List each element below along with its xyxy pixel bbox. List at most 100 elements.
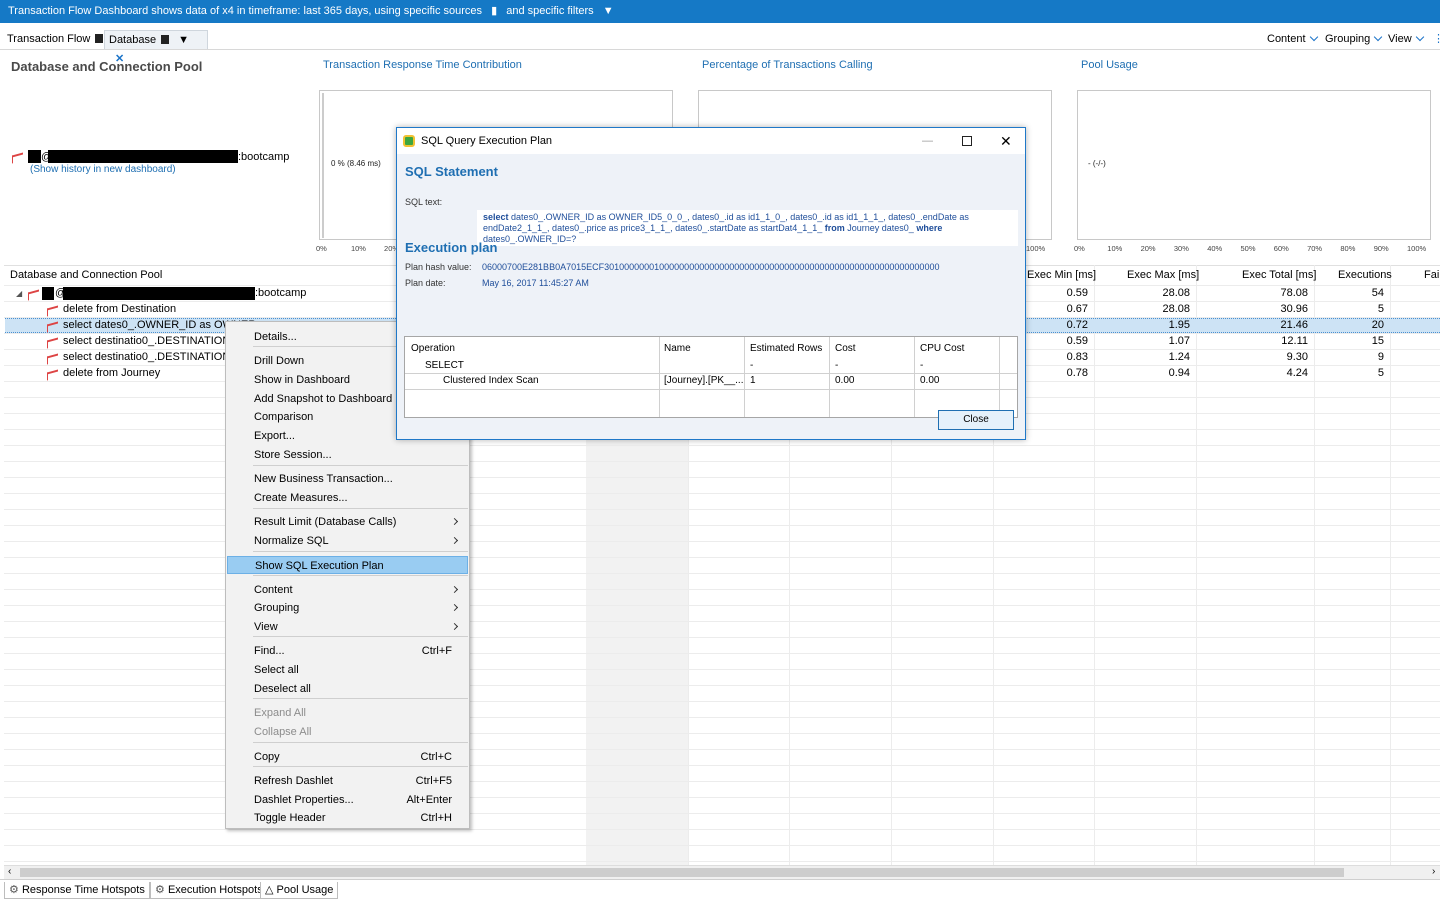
- scroll-right-icon[interactable]: ›: [1432, 866, 1435, 877]
- menu-item-collapse-all: Collapse All: [227, 723, 468, 741]
- menu-item-result-limit-database-calls[interactable]: Result Limit (Database Calls): [227, 513, 468, 531]
- sql-execution-plan-dialog: SQL Query Execution Plan — ✕ SQL Stateme…: [396, 127, 1026, 440]
- tab-database-label: Database: [109, 34, 157, 46]
- grid-line: [4, 701, 1440, 702]
- plan-col-operation[interactable]: Operation: [411, 343, 455, 354]
- db-statement-icon: [47, 306, 59, 318]
- close-button[interactable]: Close: [938, 410, 1014, 430]
- collapse-toggle-icon[interactable]: ◢: [16, 289, 22, 298]
- dialog-title-bar[interactable]: SQL Query Execution Plan — ✕: [397, 128, 1025, 154]
- menu-item-store-session[interactable]: Store Session...: [227, 446, 468, 464]
- sql-text-box[interactable]: select dates0_.OWNER_ID as OWNER_ID5_0_0…: [477, 210, 1018, 246]
- plan-col-cost[interactable]: Cost: [835, 343, 856, 354]
- menu-item-view[interactable]: View: [227, 618, 468, 636]
- menu-item-create-measures[interactable]: Create Measures...: [227, 489, 468, 507]
- tab-database[interactable]: Database ▼ ✕: [104, 30, 208, 65]
- maximize-icon[interactable]: [962, 136, 972, 146]
- more-icon[interactable]: ⋮: [1433, 30, 1440, 49]
- warning-icon: △: [265, 884, 274, 896]
- plan-row-op: Clustered Index Scan: [443, 375, 539, 386]
- menu-item-show-sql-execution-plan[interactable]: Show SQL Execution Plan: [227, 556, 468, 574]
- grid-line: [4, 541, 1440, 542]
- menu-item-label: Expand All: [254, 707, 306, 719]
- menu-item-label: Show SQL Execution Plan: [255, 560, 384, 572]
- tab-response-time-hotspots[interactable]: ⚙ Response Time Hotspots: [4, 882, 150, 899]
- plan-col-estimated-rows[interactable]: Estimated Rows: [750, 343, 822, 354]
- grid-line: [4, 765, 1440, 766]
- tree-row-label[interactable]: delete from Destination: [63, 303, 176, 315]
- menu-item-normalize-sql[interactable]: Normalize SQL: [227, 532, 468, 550]
- menu-item-label: Comparison: [254, 411, 314, 423]
- tick-label: 90%: [1373, 244, 1389, 253]
- filter-icon[interactable]: ▼: [178, 34, 189, 46]
- grouping-menu[interactable]: Grouping: [1325, 30, 1383, 49]
- execution-plan-table[interactable]: Operation Name Estimated Rows Cost CPU C…: [404, 336, 1018, 418]
- menu-item-copy[interactable]: Copy Ctrl+C: [227, 748, 468, 766]
- menu-item-label: Copy: [254, 751, 280, 763]
- app-icon: [403, 135, 415, 147]
- menu-item-shortcut: Ctrl+C: [420, 751, 452, 763]
- tick-label: 40%: [1207, 244, 1223, 253]
- menu-item-label: View: [254, 621, 278, 633]
- menu-item-new-business-transaction[interactable]: New Business Transaction...: [227, 470, 468, 488]
- show-history-link[interactable]: (Show history in new dashboard): [30, 164, 176, 175]
- menu-item-shortcut: Ctrl+H: [420, 812, 452, 824]
- col-exec-total[interactable]: Exec Total [ms]: [1242, 269, 1316, 281]
- filter-icon[interactable]: ▼: [603, 0, 614, 23]
- menu-item-select-all[interactable]: Select all: [227, 661, 468, 679]
- menu-item-content[interactable]: Content: [227, 581, 468, 599]
- grid-line: [4, 829, 1440, 830]
- redacted-block: [28, 150, 41, 163]
- horizontal-scrollbar[interactable]: ‹ ›: [4, 865, 1440, 879]
- menu-item-find[interactable]: Find... Ctrl+F: [227, 642, 468, 660]
- grid-line: [4, 461, 1440, 462]
- menu-separator: [253, 575, 468, 576]
- close-icon[interactable]: ✕: [1000, 128, 1012, 154]
- chevron-right-icon: [450, 603, 459, 612]
- table-cell-total: 21.46: [1280, 319, 1308, 331]
- minimize-icon[interactable]: —: [922, 128, 933, 154]
- tab-transaction-flow-label: Transaction Flow: [7, 33, 91, 45]
- menu-item-refresh-dashlet[interactable]: Refresh Dashlet Ctrl+F5: [227, 772, 468, 790]
- tab-transaction-flow[interactable]: Transaction Flow: [3, 30, 107, 49]
- tree-column-header[interactable]: Database and Connection Pool: [10, 269, 162, 281]
- content-menu[interactable]: Content: [1267, 30, 1318, 49]
- menu-item-dashlet-properties[interactable]: Dashlet Properties... Alt+Enter: [227, 791, 468, 809]
- grid-line: [4, 845, 1440, 846]
- menu-item-expand-all: Expand All: [227, 704, 468, 722]
- pool-usage-chart: - (-/-): [1077, 90, 1431, 240]
- chevron-down-icon: [1309, 32, 1318, 42]
- menu-item-toggle-header[interactable]: Toggle Header Ctrl+H: [227, 809, 468, 827]
- menu-item-shortcut: Ctrl+F5: [415, 775, 452, 787]
- scroll-left-icon[interactable]: ‹: [8, 866, 11, 877]
- col-exec-max[interactable]: Exec Max [ms]: [1127, 269, 1199, 281]
- plan-col-cpu-cost[interactable]: CPU Cost: [920, 343, 964, 354]
- table-cell-total: 30.96: [1280, 303, 1308, 315]
- tab-pool-usage[interactable]: △ Pool Usage: [260, 882, 339, 899]
- dashlet-title: Database and Connection Pool: [11, 59, 203, 74]
- hotspot-icon: ⚙: [155, 884, 165, 896]
- dashboard-info-text: Transaction Flow Dashboard shows data of…: [8, 5, 483, 17]
- plan-col-name[interactable]: Name: [664, 343, 691, 354]
- tab-execution-hotspots[interactable]: ⚙ Execution Hotspots: [150, 882, 268, 899]
- col-executions[interactable]: Executions: [1338, 269, 1392, 281]
- tick-label: 30%: [1173, 244, 1189, 253]
- plan-row-rows: 1: [750, 375, 756, 386]
- grid-line: [4, 637, 1440, 638]
- col-fail[interactable]: Fail: [1424, 269, 1440, 281]
- table-cell-max: 28.08: [1162, 303, 1190, 315]
- menu-item-grouping[interactable]: Grouping: [227, 599, 468, 617]
- menu-item-label: Store Session...: [254, 449, 332, 461]
- grid-line: [4, 733, 1440, 734]
- scrollbar-thumb[interactable]: [20, 868, 1344, 877]
- menu-item-deselect-all[interactable]: Deselect all: [227, 680, 468, 698]
- table-cell-exec: 20: [1371, 319, 1384, 331]
- source-icon[interactable]: ▮: [491, 0, 497, 23]
- col-exec-min[interactable]: Exec Min [ms]: [1027, 269, 1096, 281]
- view-menu-label: View: [1388, 33, 1412, 45]
- tree-row-label[interactable]: delete from Journey: [63, 367, 160, 379]
- menu-item-label: Result Limit (Database Calls): [254, 516, 397, 528]
- tree-row-label[interactable]: select destinatio0_.DESTINATION_ID: [63, 335, 247, 347]
- tree-row-label[interactable]: select destinatio0_.DESTINATION_ID: [63, 351, 247, 363]
- view-menu[interactable]: View: [1388, 30, 1424, 49]
